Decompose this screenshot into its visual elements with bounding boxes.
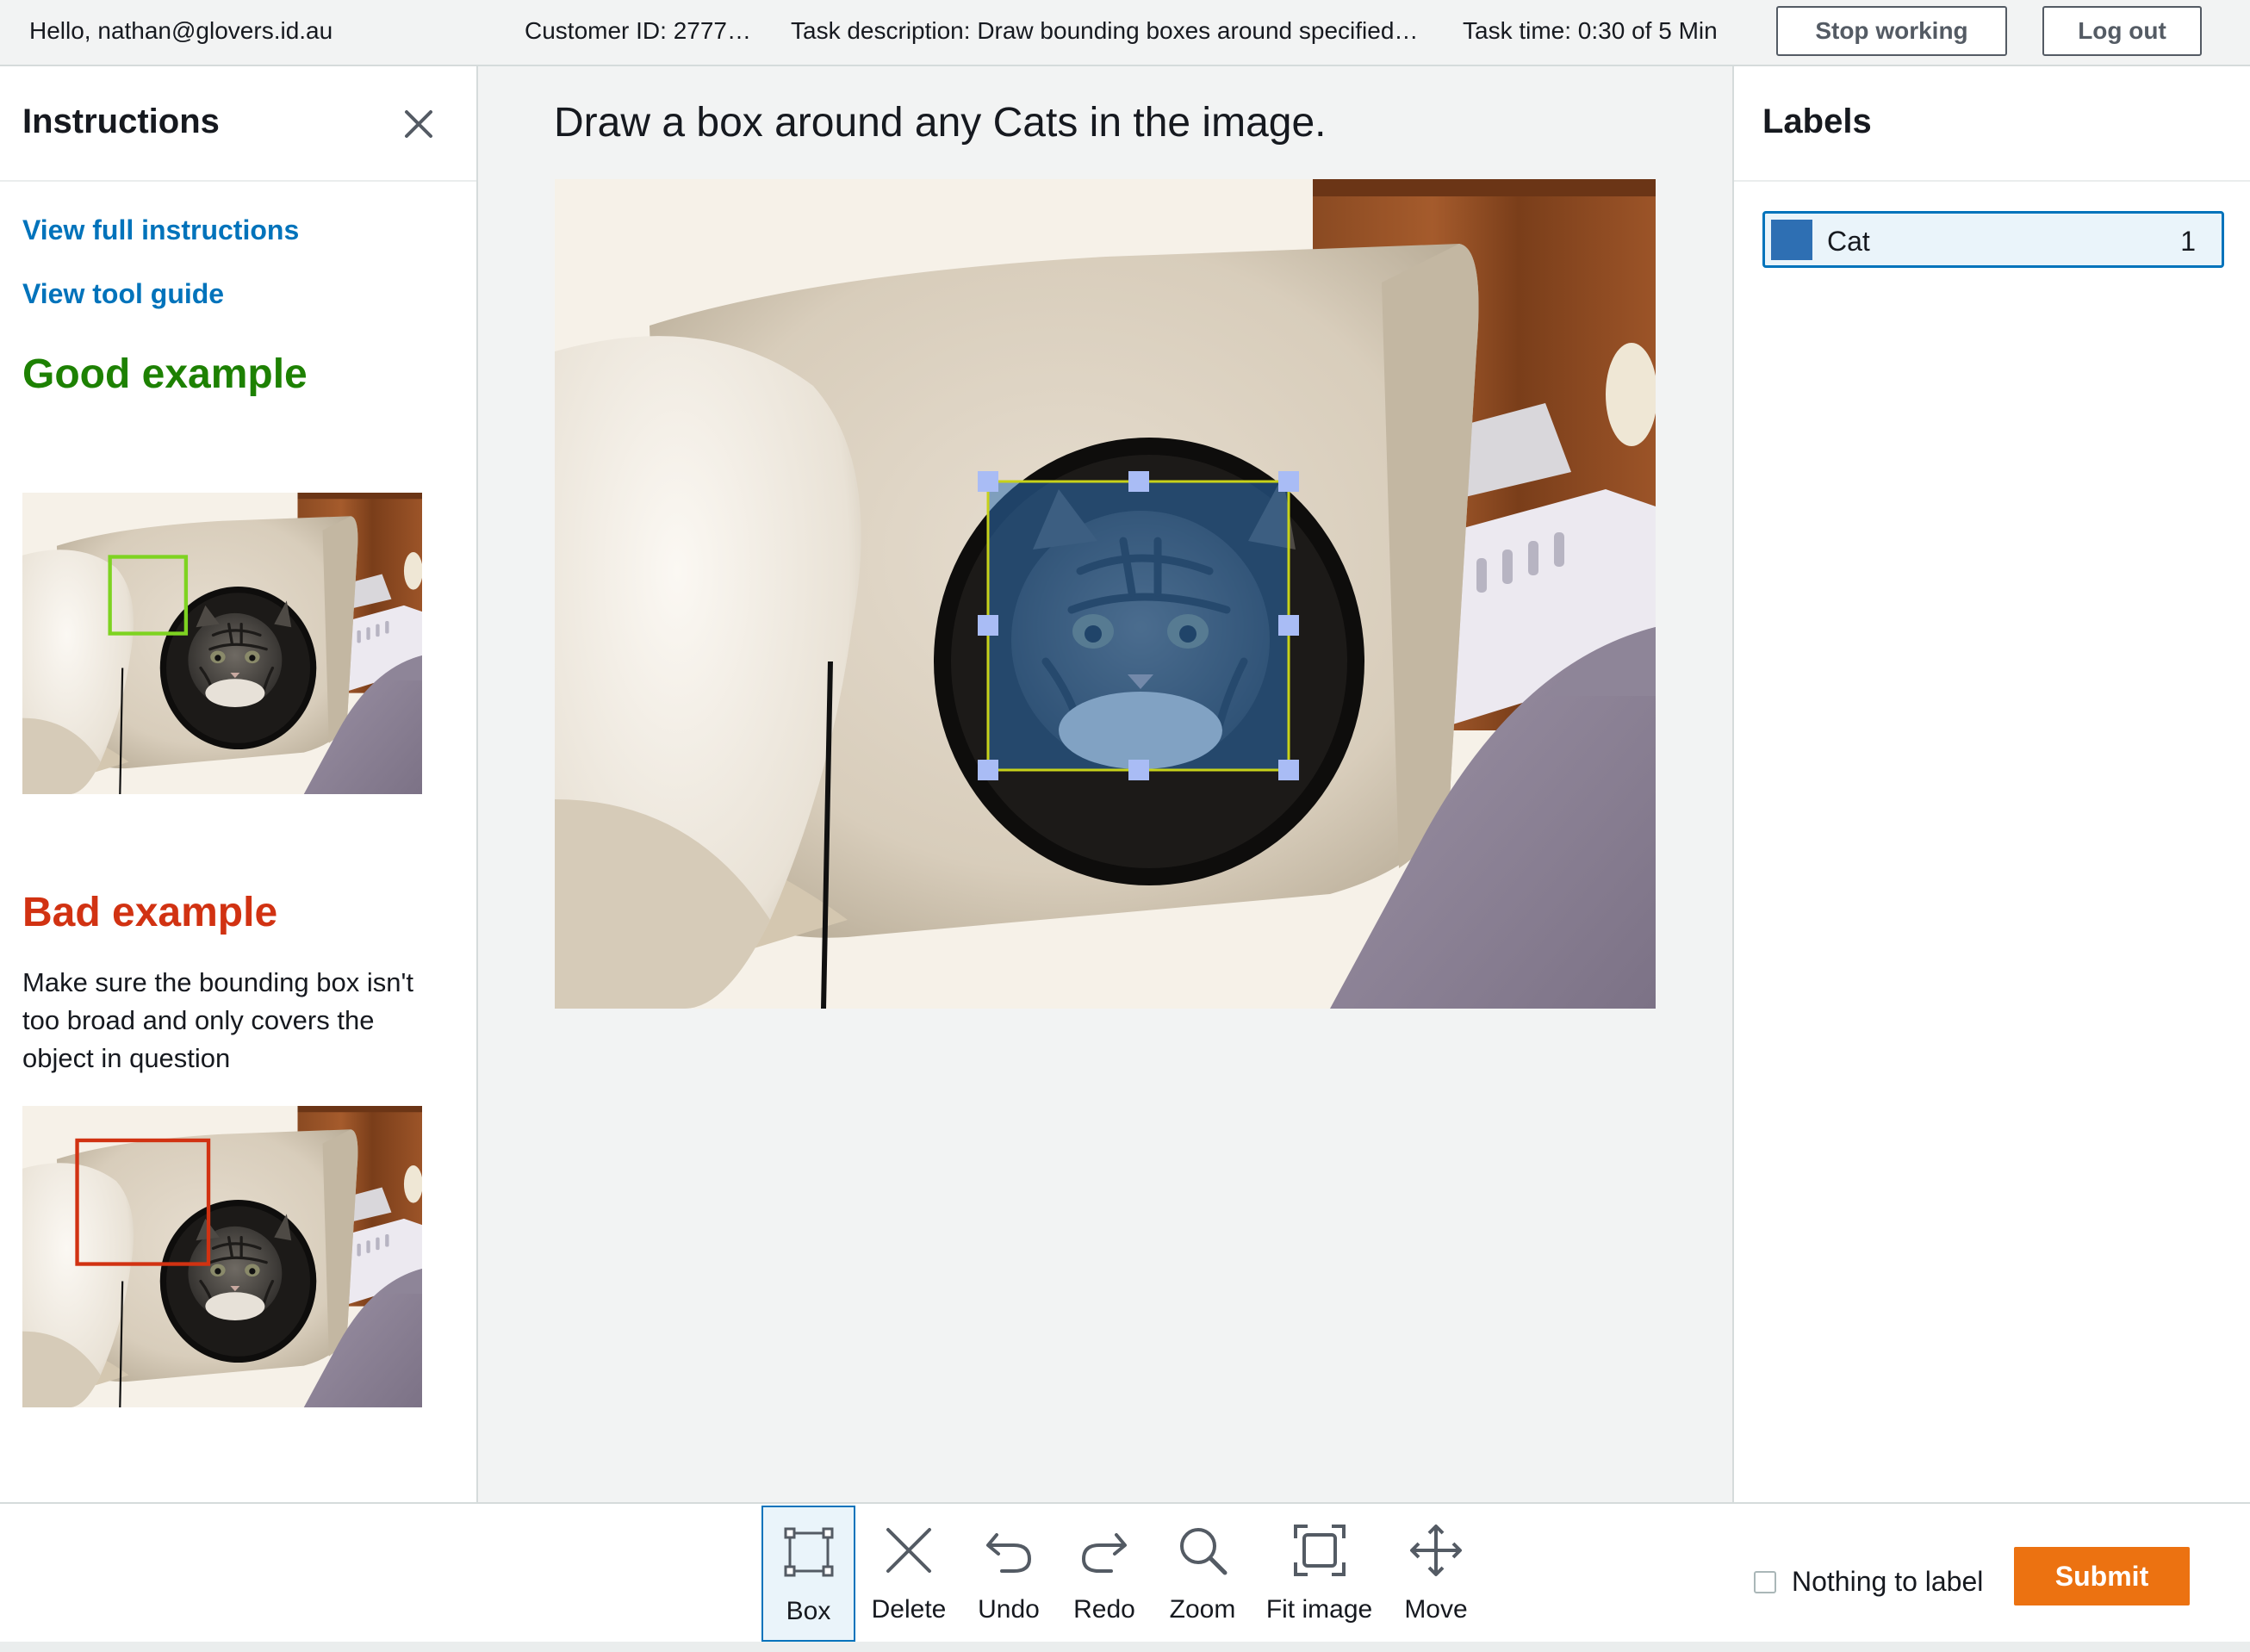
greeting: Hello, nathan@glovers.id.au [29, 17, 333, 44]
delete-icon [886, 1528, 931, 1573]
zoom-icon [1180, 1528, 1228, 1575]
tool-label: Fit image [1265, 1595, 1373, 1624]
tool-label: Undo [978, 1595, 1040, 1624]
undo-icon [986, 1533, 1032, 1573]
label-count: 1 [2180, 226, 2196, 257]
submit-button[interactable]: Submit [2014, 1547, 2190, 1605]
tool-label: Box [786, 1597, 831, 1625]
image-canvas[interactable] [555, 179, 1656, 1009]
bottom-toolbar: Box Delete Undo Redo Zoom Fit image Move… [0, 1502, 2250, 1642]
labels-title: Labels [1762, 102, 1872, 140]
redo-icon [1081, 1533, 1127, 1573]
bad-example-description: Make sure the bounding box isn't too bro… [22, 967, 413, 1073]
box-icon [784, 1527, 833, 1577]
tool-move[interactable]: Move [1394, 1506, 1478, 1642]
task-description: Task description: Draw bounding boxes ar… [791, 17, 1419, 44]
tool-fit-image[interactable]: Fit image [1259, 1506, 1379, 1642]
labels-panel: Labels Cat 1 [1732, 66, 2250, 1502]
label-name: Cat [1827, 226, 1870, 257]
tool-box[interactable]: Box [761, 1506, 855, 1642]
nothing-to-label-text: Nothing to label [1792, 1566, 1984, 1597]
tool-delete[interactable]: Delete [864, 1506, 954, 1642]
instructions-title: Instructions [22, 102, 220, 140]
top-bar: Hello, nathan@glovers.id.au Customer ID:… [0, 0, 2250, 66]
bad-example-image [22, 1106, 422, 1407]
stop-working-button[interactable]: Stop working [1776, 6, 2007, 56]
tool-undo[interactable]: Undo [968, 1506, 1049, 1642]
tool-zoom[interactable]: Zoom [1159, 1506, 1246, 1642]
task-time: Task time: 0:30 of 5 Min [1463, 17, 1718, 44]
good-example-heading: Good example [22, 351, 308, 397]
log-out-button[interactable]: Log out [2042, 6, 2202, 56]
nothing-to-label-option[interactable]: Nothing to label [1754, 1566, 1983, 1598]
label-item-cat[interactable]: Cat 1 [1762, 211, 2224, 268]
nothing-to-label-checkbox[interactable] [1754, 1570, 1776, 1593]
tool-label: Redo [1073, 1595, 1135, 1624]
fit-image-icon [1293, 1525, 1346, 1576]
view-tool-guide-link[interactable]: View tool guide [22, 278, 224, 310]
labeling-area: Draw a box around any Cats in the image. [478, 66, 1732, 1502]
tool-label: Zoom [1169, 1595, 1236, 1624]
footer-strip [0, 1642, 2250, 1652]
bounding-box[interactable] [978, 471, 1299, 780]
good-example-image [22, 493, 422, 794]
bad-example-heading: Bad example [22, 890, 278, 935]
instructions-panel: Instructions View full instructions View… [0, 66, 478, 1502]
tool-label: Delete [871, 1595, 947, 1624]
view-full-instructions-link[interactable]: View full instructions [22, 214, 299, 246]
instructions-header: Instructions [0, 66, 476, 182]
labels-header: Labels [1734, 66, 2250, 182]
tool-label: Move [1404, 1595, 1468, 1624]
label-color-swatch [1771, 220, 1812, 260]
tool-redo[interactable]: Redo [1064, 1506, 1145, 1642]
move-icon [1410, 1525, 1462, 1576]
close-icon[interactable] [401, 107, 436, 141]
customer-id: Customer ID: 2777… [525, 17, 751, 44]
task-prompt: Draw a box around any Cats in the image. [554, 100, 1327, 146]
